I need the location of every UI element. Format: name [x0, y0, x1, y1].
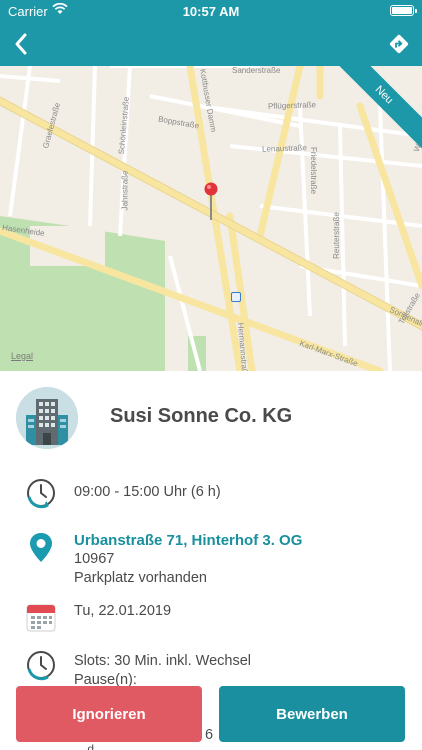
status-bar: Carrier 10:57 AM — [0, 0, 422, 22]
location-pin-icon — [24, 530, 58, 564]
map-pin-icon[interactable] — [201, 180, 221, 222]
directions-icon[interactable] — [388, 33, 410, 55]
date: Tu, 22.01.2019 — [74, 603, 172, 619]
navigation-bar — [0, 22, 422, 66]
slots-duration: Slots: 30 Min. inkl. Wechsel — [74, 653, 252, 669]
clock-icon — [24, 648, 58, 682]
building-icon — [16, 387, 78, 449]
company-name: Susi Sonne Co. KG — [110, 405, 293, 427]
street-label: Sanderstraße — [232, 66, 281, 75]
time-range: 09:00 - 15:00 Uhr (6 h) — [74, 484, 221, 500]
ignore-button[interactable]: Ignorieren — [16, 686, 202, 742]
postal-code: 10967 — [74, 551, 115, 567]
hidden-text-fragment: 6 — [205, 727, 214, 743]
calendar-icon — [24, 600, 58, 634]
hidden-text-fragment: ... d ... — [74, 742, 108, 750]
new-badge-label: Neu — [326, 66, 422, 153]
street-label: Lenaustraße — [261, 143, 308, 154]
new-badge: Neu — [322, 66, 422, 166]
street-label: Pflügerstraße — [267, 100, 317, 111]
address-link[interactable]: Urbanstraße 71, Hinterhof 3. OG — [74, 531, 302, 550]
street-label: Friedelstraße — [309, 146, 319, 195]
parking-info: Parkplatz vorhanden — [74, 570, 207, 586]
street-label: Reuterstraße — [331, 212, 341, 259]
slots-info: Slots: 30 Min. inkl. Wechsel Pause(n): — [74, 652, 251, 690]
map-location-marker-icon — [231, 292, 241, 302]
map-view[interactable]: Graefestraße Schönleinstraße Boppstraße … — [0, 66, 422, 371]
street-label: Jahnstraße — [120, 170, 130, 211]
address-block: Urbanstraße 71, Hinterhof 3. OG 10967 Pa… — [74, 531, 302, 588]
legal-link[interactable]: Legal — [11, 351, 33, 361]
battery-icon — [390, 5, 417, 16]
chevron-left-icon[interactable] — [8, 29, 38, 59]
apply-button[interactable]: Bewerben — [219, 686, 405, 742]
clock-icon — [24, 476, 58, 510]
clock: 10:57 AM — [182, 4, 240, 19]
